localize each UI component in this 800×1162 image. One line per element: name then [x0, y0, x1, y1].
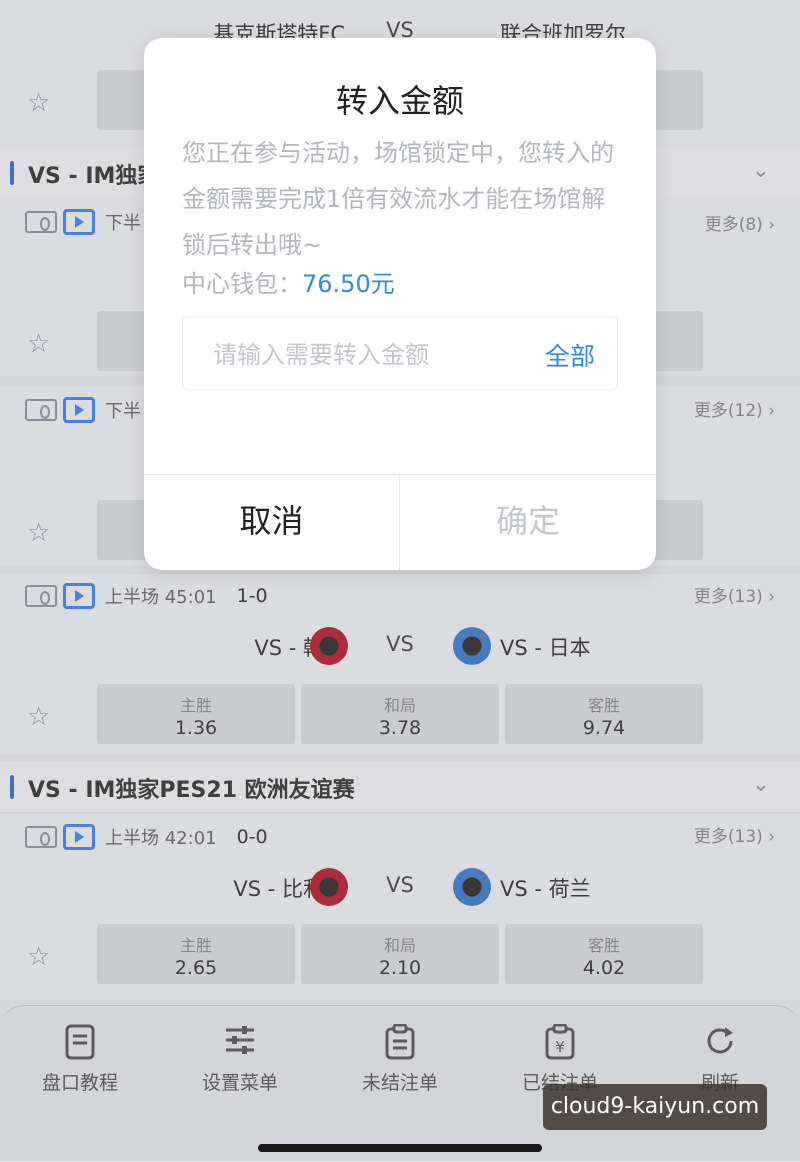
cancel-button[interactable]: 取消: [144, 475, 400, 570]
wallet-amount: 76.50元: [302, 270, 395, 298]
watermark-label: cloud9-kaiyun.com: [543, 1084, 767, 1130]
home-indicator[interactable]: [258, 1144, 542, 1152]
dialog-title: 转入金额: [335, 82, 464, 120]
all-amount-button[interactable]: 全部: [545, 337, 595, 373]
dialog-actions: 取消 确定: [144, 474, 656, 570]
amount-input[interactable]: [211, 337, 515, 373]
amount-input-box: 全部: [182, 316, 618, 390]
wallet-label: 中心钱包：: [182, 270, 302, 298]
transfer-dialog: 转入金额 您正在参与活动，场馆锁定中，您转入的金额需要完成1倍有效流水才能在场馆…: [144, 38, 656, 570]
confirm-button[interactable]: 确定: [400, 475, 656, 570]
dialog-message: 您正在参与活动，场馆锁定中，您转入的金额需要完成1倍有效流水才能在场馆解锁后转出…: [182, 139, 614, 259]
wallet-balance: 中心钱包：76.50元: [182, 264, 395, 299]
